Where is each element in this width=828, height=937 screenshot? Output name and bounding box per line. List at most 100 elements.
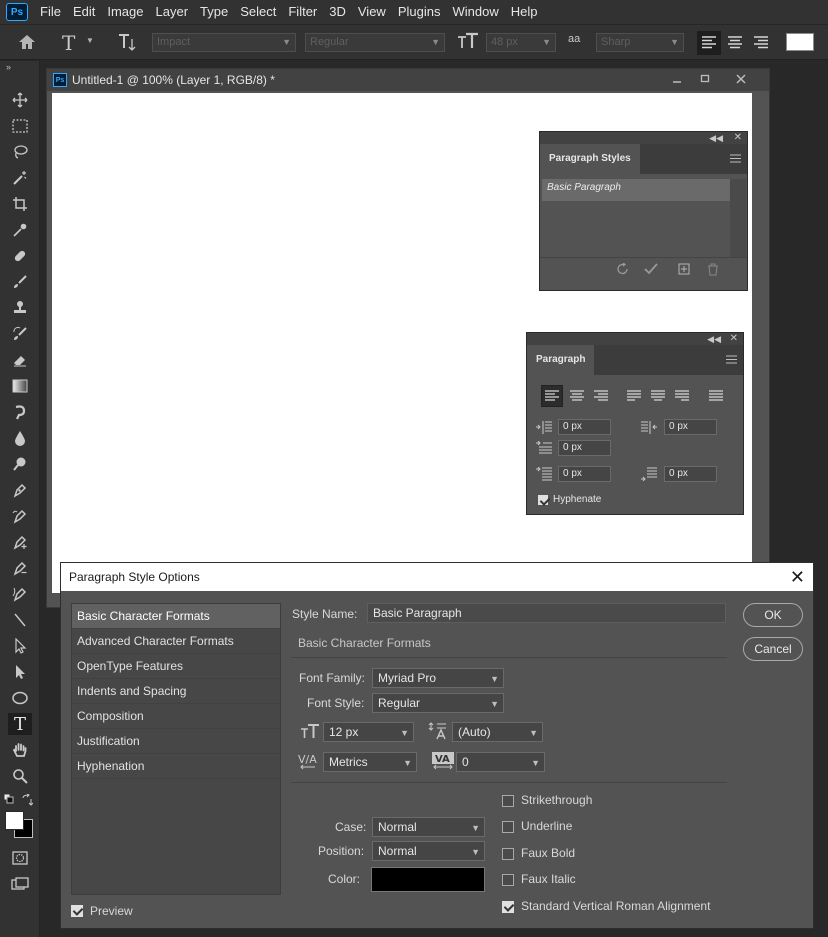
antialias-select[interactable]: Sharp ▼	[596, 33, 684, 52]
scrollbar[interactable]	[730, 179, 746, 257]
faux-italic-checkbox[interactable]	[502, 874, 514, 886]
move-tool-icon[interactable]	[8, 89, 32, 111]
tab-paragraph-styles[interactable]: Paragraph Styles	[540, 144, 640, 174]
lasso-tool-icon[interactable]	[8, 141, 32, 163]
collapse-icon[interactable]: ◀◀	[707, 333, 721, 345]
chevron-down-icon[interactable]: ▼	[86, 36, 94, 45]
swap-colors-icon[interactable]	[21, 794, 33, 806]
magic-wand-tool-icon[interactable]	[8, 167, 32, 189]
add-anchor-point-tool-icon[interactable]	[8, 531, 32, 553]
eyedropper-tool-icon[interactable]	[8, 219, 32, 241]
menu-layer[interactable]: Layer	[150, 0, 195, 24]
document-title-bar[interactable]: Ps Untitled-1 @ 100% (Layer 1, RGB/8) *	[47, 69, 769, 91]
menu-window[interactable]: Window	[446, 0, 504, 24]
font-size-select[interactable]: 48 px ▼	[486, 33, 556, 52]
menu-type[interactable]: Type	[194, 0, 234, 24]
space-after-input[interactable]: 0 px	[664, 466, 717, 482]
screen-mode-icon[interactable]	[8, 873, 32, 895]
type-tool-preset-icon[interactable]: T	[62, 31, 75, 55]
faux-bold-checkbox[interactable]	[502, 848, 514, 860]
indent-right-input[interactable]: 0 px	[664, 419, 717, 435]
category-basic-character-formats[interactable]: Basic Character Formats	[72, 604, 280, 629]
delete-anchor-point-tool-icon[interactable]	[8, 557, 32, 579]
strikethrough-checkbox[interactable]	[502, 795, 514, 807]
preview-checkbox[interactable]	[71, 905, 83, 917]
new-style-icon[interactable]	[678, 263, 690, 275]
category-advanced-character-formats[interactable]: Advanced Character Formats	[72, 629, 280, 654]
style-name-input[interactable]: Basic Paragraph	[367, 603, 726, 623]
panel-menu-icon[interactable]	[730, 154, 741, 163]
justify-last-center-icon[interactable]	[651, 390, 665, 402]
font-size-select[interactable]: 12 px ▼	[323, 722, 414, 742]
healing-brush-tool-icon[interactable]	[8, 245, 32, 267]
gradient-tool-icon[interactable]	[8, 375, 32, 397]
text-color-swatch[interactable]	[786, 33, 814, 51]
menu-file[interactable]: File	[34, 0, 67, 24]
justify-last-left-icon[interactable]	[627, 390, 641, 402]
menu-image[interactable]: Image	[101, 0, 149, 24]
color-swatch[interactable]	[371, 867, 485, 892]
eraser-tool-icon[interactable]	[8, 349, 32, 371]
category-justification[interactable]: Justification	[72, 729, 280, 754]
path-selection-tool-icon[interactable]	[8, 635, 32, 657]
ellipse-tool-icon[interactable]	[8, 687, 32, 709]
cancel-button[interactable]: Cancel	[743, 637, 803, 661]
menu-help[interactable]: Help	[505, 0, 544, 24]
font-style-select[interactable]: Regular ▼	[372, 693, 504, 713]
minimize-icon[interactable]	[667, 71, 687, 87]
style-list-item[interactable]: Basic Paragraph	[542, 179, 730, 201]
menu-plugins[interactable]: Plugins	[392, 0, 447, 24]
close-icon[interactable]: ✕	[730, 333, 738, 345]
hyphenate-checkbox[interactable]	[538, 495, 548, 505]
justify-last-right-icon[interactable]	[675, 390, 689, 402]
font-family-select[interactable]: Impact ▼	[152, 33, 296, 52]
align-right-icon[interactable]	[594, 390, 608, 402]
underline-checkbox[interactable]	[502, 821, 514, 833]
blur-tool-icon[interactable]	[8, 401, 32, 423]
marquee-tool-icon[interactable]	[8, 115, 32, 137]
clone-stamp-tool-icon[interactable]	[8, 297, 32, 319]
align-right-button[interactable]	[749, 31, 773, 55]
convert-point-tool-icon[interactable]	[8, 609, 32, 631]
quick-mask-icon[interactable]	[8, 847, 32, 869]
case-select[interactable]: Normal ▼	[372, 817, 485, 837]
direct-selection-tool-icon[interactable]	[8, 661, 32, 683]
dialog-title-bar[interactable]: Paragraph Style Options ✕	[61, 563, 813, 591]
sharpen-tool-icon[interactable]	[8, 427, 32, 449]
menu-filter[interactable]: Filter	[282, 0, 323, 24]
pen-tool-icon[interactable]	[8, 479, 32, 501]
maximize-icon[interactable]	[695, 71, 715, 87]
foreground-color-swatch[interactable]	[5, 811, 24, 830]
type-tool-icon[interactable]: T	[8, 713, 32, 735]
ok-button[interactable]: OK	[743, 603, 803, 627]
menu-edit[interactable]: Edit	[67, 0, 101, 24]
align-center-button[interactable]	[723, 31, 747, 55]
toggle-text-orientation-icon[interactable]	[116, 31, 136, 53]
standard-vertical-roman-alignment-checkbox[interactable]	[502, 901, 514, 913]
category-opentype-features[interactable]: OpenType Features	[72, 654, 280, 679]
font-style-select[interactable]: Regular ▼	[305, 33, 445, 52]
tab-paragraph[interactable]: Paragraph	[527, 345, 595, 375]
zoom-tool-icon[interactable]	[8, 765, 32, 787]
clear-override-icon[interactable]	[616, 263, 630, 275]
hand-tool-icon[interactable]	[8, 739, 32, 761]
freeform-pen-tool-icon[interactable]	[8, 505, 32, 527]
menu-view[interactable]: View	[352, 0, 392, 24]
indent-first-line-input[interactable]: 0 px	[558, 440, 611, 456]
align-left-button[interactable]	[697, 31, 721, 55]
leading-select[interactable]: (Auto) ▼	[452, 722, 543, 742]
menu-3d[interactable]: 3D	[323, 0, 352, 24]
position-select[interactable]: Normal ▼	[372, 841, 485, 861]
redefine-style-icon[interactable]	[644, 263, 658, 275]
history-brush-tool-icon[interactable]	[8, 323, 32, 345]
indent-left-input[interactable]: 0 px	[558, 419, 611, 435]
menu-select[interactable]: Select	[234, 0, 282, 24]
close-icon[interactable]	[731, 71, 751, 87]
category-composition[interactable]: Composition	[72, 704, 280, 729]
category-indents-and-spacing[interactable]: Indents and Spacing	[72, 679, 280, 704]
tracking-select[interactable]: 0 ▼	[456, 752, 545, 772]
kerning-select[interactable]: Metrics ▼	[323, 752, 417, 772]
default-colors-icon[interactable]	[4, 794, 14, 804]
justify-all-icon[interactable]	[709, 390, 723, 402]
font-family-select[interactable]: Myriad Pro ▼	[372, 668, 504, 688]
